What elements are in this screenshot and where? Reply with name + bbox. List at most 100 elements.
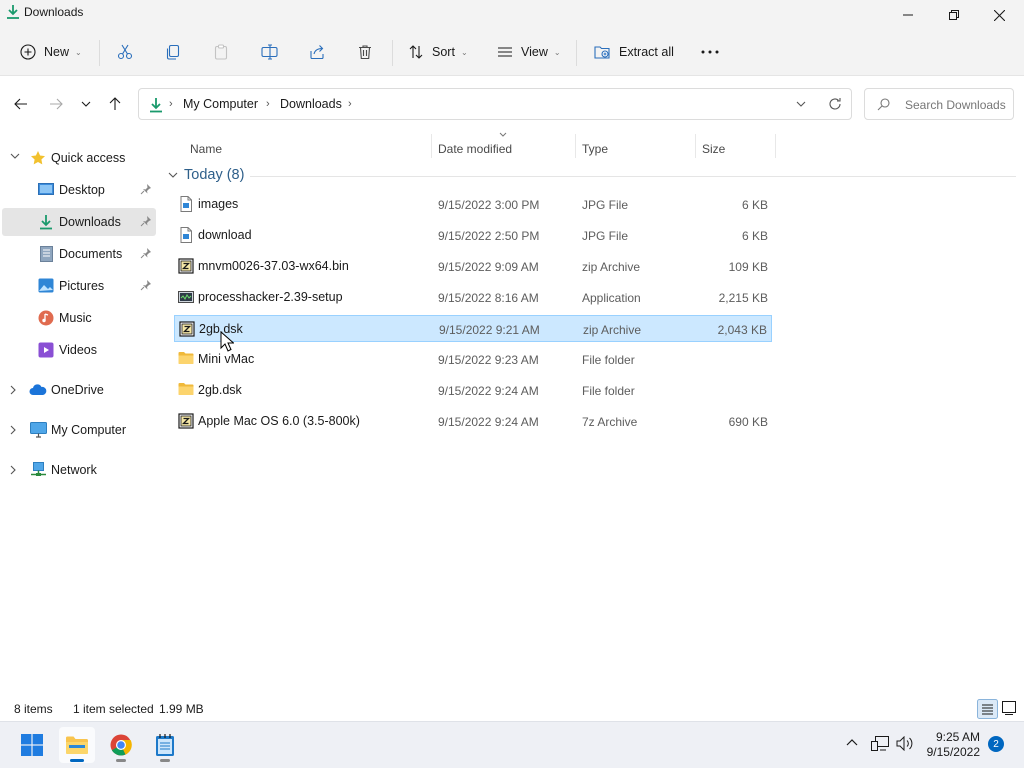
copy-button[interactable] [165,37,181,67]
chevron-right-icon[interactable] [10,385,16,395]
file-date: 9/15/2022 9:24 AM [438,415,539,429]
forward-button[interactable] [44,92,68,116]
sort-button[interactable]: Sort ⌄ [408,37,468,67]
new-button[interactable]: New ⌄ [20,37,82,67]
column-divider[interactable] [431,134,432,158]
search-placeholder: Search Downloads [905,98,1006,112]
chevron-right-icon[interactable] [10,425,16,435]
close-icon [993,9,1005,21]
taskbar-chrome[interactable] [103,727,139,763]
trash-icon [359,45,371,60]
chevron-down-icon[interactable] [10,153,20,159]
delete-button[interactable] [357,37,373,67]
sidebar-item-network[interactable]: Network [2,456,156,484]
view-button[interactable]: View ⌄ [497,37,561,67]
recent-locations-button[interactable] [74,92,98,116]
column-header-date[interactable]: Date modified [438,136,512,162]
paste-button[interactable] [213,37,229,67]
file-row[interactable]: Apple Mac OS 6.0 (3.5-800k) 9/15/2022 9:2… [174,408,772,435]
restore-button[interactable] [931,0,977,30]
back-button[interactable] [9,92,33,116]
file-row[interactable]: processhacker-2.39-setup 9/15/2022 8:16 A… [174,284,772,311]
view-list-icon [498,47,512,57]
file-size: 2,215 KB [718,291,768,305]
extract-all-button[interactable]: Extract all [594,37,674,67]
sidebar-item-pictures[interactable]: Pictures [2,272,156,300]
folder-icon [178,351,194,367]
address-history-dropdown[interactable] [796,101,806,107]
large-icons-view-button[interactable] [1002,701,1016,715]
extract-all-label: Extract all [619,45,674,59]
file-type: JPG File [582,198,629,212]
chevron-down-icon [168,172,178,178]
sidebar-item-downloads[interactable]: Downloads [2,208,156,236]
sidebar-item-music[interactable]: Music [2,304,156,332]
network-icon [31,462,46,476]
file-type: 7z Archive [582,415,638,429]
search-input[interactable]: Search Downloads [864,88,1014,120]
clock[interactable]: 9:25 AM 9/15/2022 [927,730,980,760]
chevron-down-icon: ⌄ [460,47,468,57]
chevron-up-icon[interactable] [846,739,858,746]
sidebar-item-label: Quick access [51,151,126,165]
up-button[interactable] [103,92,127,116]
running-indicator [160,759,170,762]
file-row[interactable]: images 9/15/2022 3:00 PM JPG File 6 KB [174,191,772,218]
start-button[interactable] [14,727,50,763]
cut-button[interactable] [117,37,133,67]
group-header-today[interactable]: Today (8) [168,167,244,183]
column-header-type[interactable]: Type [582,136,608,162]
minimize-button[interactable] [885,0,931,30]
column-divider[interactable] [775,134,776,158]
share-button[interactable] [309,37,325,67]
address-bar[interactable]: › My Computer › Downloads › [138,88,852,120]
sidebar-item-onedrive[interactable]: OneDrive [2,376,156,404]
column-divider[interactable] [695,134,696,158]
sidebar-item-label: Pictures [59,279,105,293]
network-status-icon[interactable] [871,736,889,751]
file-row[interactable]: 2gb.dsk 9/15/2022 9:21 AM zip Archive 2,043… [174,315,772,342]
taskbar-notepad[interactable] [147,727,183,763]
column-divider[interactable] [575,134,576,158]
archive-file-icon [178,258,194,274]
file-size: 2,043 KB [717,323,767,337]
column-header-name[interactable]: Name [190,136,222,162]
clock-date: 9/15/2022 [926,745,980,759]
volume-icon[interactable] [896,736,914,751]
details-view-button[interactable] [977,699,998,719]
column-header-size[interactable]: Size [702,136,725,162]
sort-icon [409,45,423,59]
view-label: View [521,45,548,59]
sidebar-item-label: Desktop [59,183,105,197]
file-row[interactable]: mnvm0026-37.03-wx64.bin 9/15/2022 9:09 AM… [174,253,772,280]
window-title: Downloads [24,5,84,19]
file-name: download [198,228,252,242]
refresh-icon[interactable] [828,97,842,111]
sidebar-item-quick-access[interactable]: Quick access [2,144,156,172]
cloud-icon [29,384,47,395]
file-row[interactable]: 2gb.dsk 9/15/2022 9:24 AM File folder [174,377,772,404]
more-options-button[interactable] [701,37,719,67]
file-date: 9/15/2022 9:24 AM [438,384,539,398]
folder-icon [66,736,88,754]
image-file-icon [178,196,194,212]
sidebar-item-my-computer[interactable]: My Computer [2,416,156,444]
sidebar-item-videos[interactable]: Videos [2,336,156,364]
pin-icon [140,184,151,195]
rename-button[interactable] [261,37,279,67]
videos-icon [38,342,54,358]
close-button[interactable] [976,0,1022,30]
chevron-right-icon[interactable] [10,465,16,475]
breadcrumb-separator: › [169,98,173,110]
arrow-left-icon [14,98,27,110]
file-row[interactable]: download 9/15/2022 2:50 PM JPG File 6 KB [174,222,772,249]
pin-icon [140,280,151,291]
notification-badge[interactable]: 2 [988,736,1004,752]
breadcrumb-my-computer[interactable]: My Computer [183,97,258,111]
sidebar-item-desktop[interactable]: Desktop [2,176,156,204]
taskbar-file-explorer[interactable] [59,727,95,763]
star-icon [31,151,45,165]
breadcrumb-downloads[interactable]: Downloads [280,97,342,111]
sidebar-item-documents[interactable]: Documents [2,240,156,268]
file-row[interactable]: Mini vMac 9/15/2022 9:23 AM File folder [174,346,772,373]
